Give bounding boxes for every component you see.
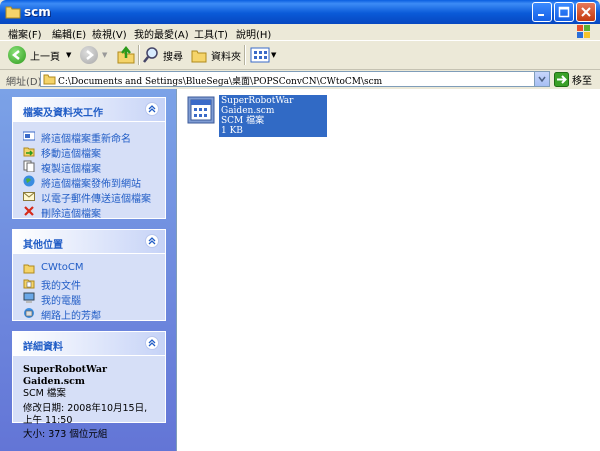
forward-arrow-icon	[80, 46, 98, 64]
folders-button[interactable]: 資料夾	[190, 44, 241, 66]
task-delete-file[interactable]: 刪除這個檔案	[13, 204, 165, 220]
email-icon	[23, 192, 35, 201]
file-size: 1 KB	[221, 126, 243, 136]
go-label: 移至	[572, 76, 592, 87]
views-dropdown-icon[interactable]: ▼	[271, 51, 276, 59]
views-icon	[250, 47, 270, 63]
task-move-file[interactable]: 移動這個檔案	[13, 144, 165, 160]
collapse-chevron-icon[interactable]	[145, 234, 159, 248]
menu-file[interactable]: 檔案(F)	[8, 26, 42, 41]
toolbar: 上一頁 ▼ ▼ 搜尋 資料夾 ▼	[0, 41, 600, 70]
task-publish-web[interactable]: 將這個檔案發佈到網站	[13, 174, 165, 190]
folder-icon	[5, 6, 21, 19]
file-tasks-title: 檔案及資料夾工作	[23, 108, 103, 119]
go-button[interactable]: 移至	[554, 72, 592, 87]
file-type: SCM 檔案	[221, 116, 265, 126]
details-modified: 修改日期: 2008年10月15日, 上午 11:50	[23, 403, 148, 426]
place-cwtocm[interactable]: CWtoCM	[13, 261, 165, 276]
search-button[interactable]: 搜尋	[142, 44, 183, 66]
delete-icon	[24, 206, 34, 216]
up-folder-button[interactable]	[116, 44, 136, 66]
my-documents-icon	[23, 279, 35, 289]
search-label: 搜尋	[163, 51, 183, 63]
publish-web-icon	[23, 175, 35, 187]
file-name: SuperRobotWar Gaiden.scm	[221, 96, 294, 116]
menu-edit[interactable]: 編輯(E)	[52, 26, 86, 41]
minimize-icon	[538, 14, 544, 16]
folder-icon	[23, 264, 35, 274]
up-folder-icon	[117, 45, 135, 64]
search-icon	[143, 47, 158, 63]
place-my-computer[interactable]: 我的電腦	[13, 291, 165, 307]
my-computer-icon	[23, 292, 35, 303]
copy-icon	[23, 160, 35, 172]
task-rename-file[interactable]: 將這個檔案重新命名	[13, 129, 165, 145]
forward-button[interactable]: ▼	[80, 44, 107, 66]
folders-icon	[191, 50, 207, 63]
other-places-header[interactable]: 其他位置	[13, 230, 165, 254]
views-button[interactable]: ▼	[250, 44, 276, 66]
details-header[interactable]: 詳細資料	[13, 332, 165, 356]
collapse-chevron-icon[interactable]	[145, 102, 159, 116]
window-title: scm	[24, 5, 51, 19]
menu-bar: 檔案(F) 編輯(E) 檢視(V) 我的最愛(A) 工具(T) 說明(H)	[0, 24, 600, 41]
menu-help[interactable]: 說明(H)	[236, 26, 271, 41]
place-network[interactable]: 網路上的芳鄰	[13, 306, 165, 322]
file-tasks-panel: 檔案及資料夾工作 將這個檔案重新命名 移動這個檔案 複製這個檔案 將這個檔案發佈…	[12, 97, 166, 220]
minimize-button[interactable]	[532, 2, 552, 22]
details-title: 詳細資料	[23, 342, 63, 353]
file-list-view[interactable]: SuperRobotWar Gaiden.scm SCM 檔案 1 KB	[176, 89, 600, 451]
folder-icon	[43, 74, 56, 85]
details-file-name: SuperRobotWar Gaiden.scm	[23, 364, 108, 387]
back-button[interactable]: 上一頁 ▼	[8, 44, 71, 66]
file-tasks-header[interactable]: 檔案及資料夾工作	[13, 98, 165, 122]
back-label: 上一頁	[30, 51, 60, 63]
rename-icon	[23, 131, 35, 141]
address-dropdown-button[interactable]	[534, 72, 549, 86]
back-dropdown-icon[interactable]: ▼	[66, 51, 71, 59]
details-panel: 詳細資料 SuperRobotWar Gaiden.scm SCM 檔案 修改日…	[12, 331, 166, 440]
menu-favorites[interactable]: 我的最愛(A)	[134, 26, 189, 41]
scm-file-icon	[187, 96, 215, 124]
address-input[interactable]: C:\Documents and Settings\BlueSega\桌面\PO…	[40, 71, 550, 87]
place-my-documents[interactable]: 我的文件	[13, 276, 165, 292]
chevron-down-icon	[538, 76, 546, 83]
task-pane: 檔案及資料夾工作 將這個檔案重新命名 移動這個檔案 複製這個檔案 將這個檔案發佈…	[0, 89, 176, 451]
task-copy-file[interactable]: 複製這個檔案	[13, 159, 165, 175]
other-places-panel: 其他位置 CWtoCM 我的文件 我的電腦 網路上的芳鄰	[12, 229, 166, 322]
address-label: 網址(D)	[6, 77, 42, 88]
details-size: 大小: 373 個位元組	[23, 429, 108, 440]
menu-tools[interactable]: 工具(T)	[194, 26, 228, 41]
close-button[interactable]	[576, 2, 596, 22]
back-arrow-icon	[8, 46, 26, 64]
menu-view[interactable]: 檢視(V)	[92, 26, 127, 41]
collapse-chevron-icon[interactable]	[145, 336, 159, 350]
windows-logo-icon	[577, 25, 590, 38]
address-bar: 網址(D) C:\Documents and Settings\BlueSega…	[0, 70, 600, 88]
go-arrow-icon	[554, 72, 569, 87]
task-email-file[interactable]: 以電子郵件傳送這個檔案	[13, 189, 165, 205]
network-icon	[24, 308, 34, 318]
folders-label: 資料夾	[211, 51, 241, 63]
other-places-title: 其他位置	[23, 240, 63, 251]
maximize-button[interactable]	[554, 2, 574, 22]
title-bar[interactable]: scm	[0, 0, 600, 24]
address-path: C:\Documents and Settings\BlueSega\桌面\PO…	[58, 77, 383, 87]
close-icon	[581, 7, 591, 17]
file-item[interactable]: SuperRobotWar Gaiden.scm SCM 檔案 1 KB	[183, 95, 327, 137]
file-item-label: SuperRobotWar Gaiden.scm SCM 檔案 1 KB	[219, 95, 327, 137]
forward-dropdown-icon[interactable]: ▼	[102, 51, 107, 59]
details-file-type: SCM 檔案	[23, 388, 66, 399]
maximize-icon	[558, 6, 570, 18]
move-icon	[23, 147, 35, 157]
